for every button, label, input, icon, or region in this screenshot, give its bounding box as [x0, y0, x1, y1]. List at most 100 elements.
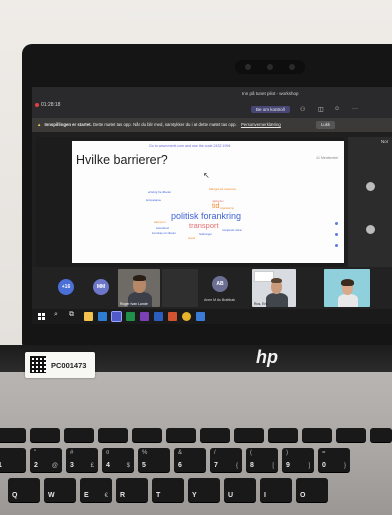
overflow-count-badge[interactable]: +16 [58, 279, 74, 295]
key-alt-label: ] [308, 463, 310, 469]
key-4[interactable]: 4 ¤ $ [102, 448, 134, 472]
file-explorer-icon[interactable] [84, 312, 93, 321]
key-3[interactable]: 3 # £ [66, 448, 98, 472]
word-icon[interactable] [154, 312, 163, 321]
key-5[interactable]: 5% [138, 448, 170, 472]
key-shift-label: % [142, 450, 148, 456]
qr-code-icon [30, 356, 46, 373]
key-alt-label: £ [90, 463, 94, 469]
warning-icon: ▲ [37, 122, 42, 127]
word-cloud-word: ansvar [188, 237, 196, 240]
key-main-label: 3 [70, 462, 74, 469]
key-shift-label: ¤ [106, 450, 110, 456]
key-main-label: T [156, 492, 161, 499]
key-9[interactable]: 9)] [282, 448, 314, 472]
key-e[interactable]: E € [80, 478, 112, 502]
key-2[interactable]: 2 " @ [30, 448, 62, 472]
function-key[interactable] [200, 428, 230, 442]
function-key[interactable] [0, 428, 26, 442]
key-8[interactable]: 8 ([ [246, 448, 278, 472]
word-cloud-word: tid [212, 203, 220, 210]
key-main-label: 9 [286, 462, 290, 469]
chat-icon[interactable]: ◫ [318, 106, 324, 113]
dismiss-notice-button[interactable]: Lukk [316, 121, 336, 129]
key-alt-label: { [235, 463, 238, 469]
key-main-label: W [48, 492, 55, 499]
privacy-link[interactable]: Personvernerklæring [241, 122, 281, 127]
key-i[interactable]: I [260, 478, 292, 502]
participant-avatar [366, 225, 375, 234]
key-o[interactable]: O [296, 478, 328, 502]
key-y[interactable]: Y [188, 478, 220, 502]
meeting-header: 01:28:18 Inn på tunet pilot - workshop B… [32, 87, 392, 118]
key-shift-label: ) [286, 450, 288, 456]
avatar: AB [212, 276, 228, 292]
key-w[interactable]: W [44, 478, 76, 502]
key-main-label: Q [12, 492, 18, 499]
video-tile: Ros, Erik [252, 269, 296, 307]
function-key[interactable] [370, 428, 392, 442]
key-main-label: 0 [322, 462, 326, 469]
key-q[interactable]: Q [8, 478, 40, 502]
control-dot-icon[interactable] [335, 244, 338, 247]
more-options-icon[interactable]: ··· [352, 106, 358, 112]
laptop-screen: 01:28:18 Inn på tunet pilot - workshop B… [32, 87, 392, 324]
slide-join-instructions: Go to www.menti.com and use the code 243… [149, 144, 231, 148]
task-view-icon[interactable]: ⧉ [69, 311, 74, 319]
meeting-title: Inn på tunet pilot - workshop [242, 91, 299, 96]
key-u[interactable]: U [224, 478, 256, 502]
onenote-icon[interactable] [140, 312, 149, 321]
key-r[interactable]: R [116, 478, 148, 502]
powerpoint-icon[interactable] [168, 312, 177, 321]
participant-strip: +16 MM Roger Ivan Lunde AB Anne M As Bra… [32, 267, 392, 309]
side-panel: Nor [348, 137, 392, 267]
function-key[interactable] [234, 428, 264, 442]
word-cloud-word: holdninger [199, 233, 212, 236]
reactions-icon[interactable]: ☺ [334, 106, 340, 112]
mouse-pointer-icon: ↖ [203, 171, 210, 180]
search-icon[interactable]: ⌕ [54, 311, 58, 319]
recording-dot-icon [35, 103, 39, 107]
function-key[interactable] [30, 428, 60, 442]
person-hair [271, 278, 282, 283]
function-key[interactable] [268, 428, 298, 442]
function-key[interactable] [64, 428, 94, 442]
person-body [266, 293, 288, 307]
mentimeter-slide: Go to www.menti.com and use the code 243… [72, 141, 344, 263]
key-alt-label: @ [51, 463, 58, 469]
function-key[interactable] [166, 428, 196, 442]
control-dot-icon[interactable] [335, 233, 338, 236]
excel-icon[interactable] [126, 312, 135, 321]
webcam-icon [235, 60, 305, 74]
people-icon[interactable]: ⚇ [300, 106, 305, 113]
laptop-photo: 01:28:18 Inn på tunet pilot - workshop B… [0, 0, 392, 515]
chrome-icon[interactable] [182, 312, 191, 321]
control-dot-icon[interactable] [335, 222, 338, 225]
outlook-icon[interactable] [98, 312, 107, 321]
key-1[interactable]: 1! [0, 448, 26, 472]
key-main-label: O [300, 492, 306, 499]
edge-icon[interactable] [196, 312, 205, 321]
function-key[interactable] [132, 428, 162, 442]
function-key[interactable] [336, 428, 366, 442]
video-tile-name: Roger Ivan Lunde [120, 302, 148, 306]
key-alt-label: } [343, 463, 346, 469]
key-t[interactable]: T [152, 478, 184, 502]
key-7[interactable]: 7 / { [210, 448, 242, 472]
key-main-label: 7 [214, 462, 218, 469]
key-0[interactable]: 0 =} [318, 448, 350, 472]
key-shift-label: ( [250, 450, 252, 456]
person-hair [341, 279, 354, 286]
key-6[interactable]: 6 & [174, 448, 206, 472]
function-key[interactable] [98, 428, 128, 442]
key-main-label: E [84, 492, 89, 499]
windows-start-icon[interactable] [38, 313, 45, 320]
word-cloud-word: samarbeid [156, 227, 169, 230]
key-main-label: 8 [250, 462, 254, 469]
video-tile-name: Ros, Erik [254, 302, 269, 306]
function-key[interactable] [302, 428, 332, 442]
request-control-button[interactable]: Be om kontroll [251, 106, 290, 113]
key-alt-label: € [104, 493, 108, 499]
teams-icon[interactable] [111, 311, 122, 322]
word-cloud-word: økonomi [154, 220, 166, 224]
